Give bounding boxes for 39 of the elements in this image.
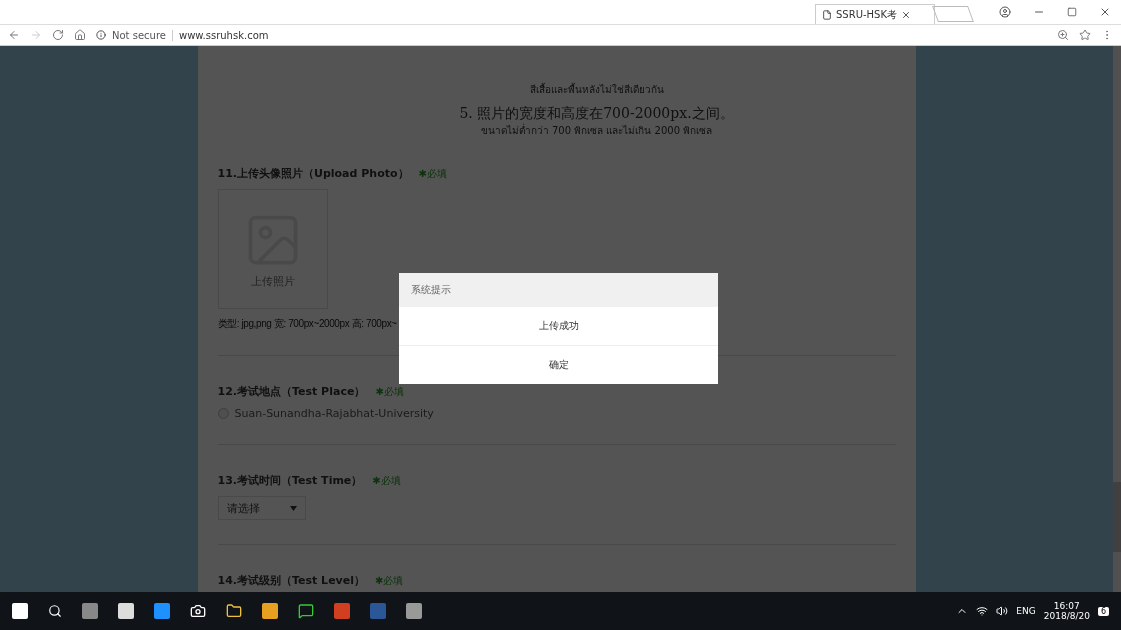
chat-icon[interactable] bbox=[298, 603, 314, 619]
page-icon bbox=[822, 9, 832, 20]
section-title: 11.上传头像照片（Upload Photo） bbox=[217, 166, 409, 181]
profile-icon[interactable] bbox=[999, 6, 1011, 18]
folder-icon[interactable] bbox=[226, 603, 242, 619]
section-title: 14.考试级别（Test Level） bbox=[217, 573, 365, 588]
wifi-icon[interactable] bbox=[976, 605, 989, 617]
volume-icon[interactable] bbox=[996, 605, 1009, 617]
required-label: ✱必填 bbox=[375, 573, 404, 588]
zoom-icon[interactable] bbox=[1057, 29, 1069, 41]
language-indicator[interactable]: ENG bbox=[1016, 606, 1036, 616]
required-label: ✱必填 bbox=[372, 473, 401, 488]
close-tab-icon[interactable] bbox=[901, 9, 911, 20]
select-value: 请选择 bbox=[226, 500, 260, 516]
security-label: Not secure bbox=[112, 29, 173, 41]
back-icon[interactable] bbox=[8, 29, 20, 41]
section-title: 13.考试时间（Test Time） bbox=[217, 473, 363, 488]
dialog-title: 系统提示 bbox=[399, 273, 718, 307]
close-icon[interactable] bbox=[1099, 6, 1111, 18]
required-label: ✱必填 bbox=[375, 384, 404, 399]
reload-icon[interactable] bbox=[52, 29, 64, 41]
bookmark-star-icon[interactable] bbox=[1079, 29, 1091, 41]
scrollbar-thumb[interactable] bbox=[1113, 482, 1121, 552]
rule-note: สีเสื้อและพื้นหลังไม่ใช่สีเดียวกัน bbox=[529, 82, 664, 97]
search-icon[interactable] bbox=[48, 604, 62, 618]
browser-tab[interactable]: SSRU-HSK考 bbox=[815, 4, 935, 24]
info-icon bbox=[96, 30, 106, 40]
rule-note: ขนาดไม่ต่ำกว่า 700 พิกเซล และไม่เกิน 2000 พิกเซล bbox=[480, 123, 713, 138]
clock[interactable]: 16:07 2018/8/20 bbox=[1043, 601, 1090, 621]
section-title: 12.考试地点（Test Place） bbox=[217, 384, 366, 399]
required-label: ✱必填 bbox=[418, 166, 447, 181]
new-tab-button[interactable] bbox=[932, 6, 974, 22]
rule-text: 5. 照片的宽度和高度在700-2000px.之间。 bbox=[459, 105, 734, 123]
caret-icon bbox=[289, 505, 297, 511]
notification-badge[interactable]: 6 bbox=[1097, 606, 1109, 616]
url-field[interactable]: www.ssruhsk.com bbox=[178, 29, 269, 41]
home-icon[interactable] bbox=[74, 29, 86, 41]
maximize-icon[interactable] bbox=[1067, 7, 1077, 17]
camera-icon[interactable] bbox=[190, 603, 206, 619]
